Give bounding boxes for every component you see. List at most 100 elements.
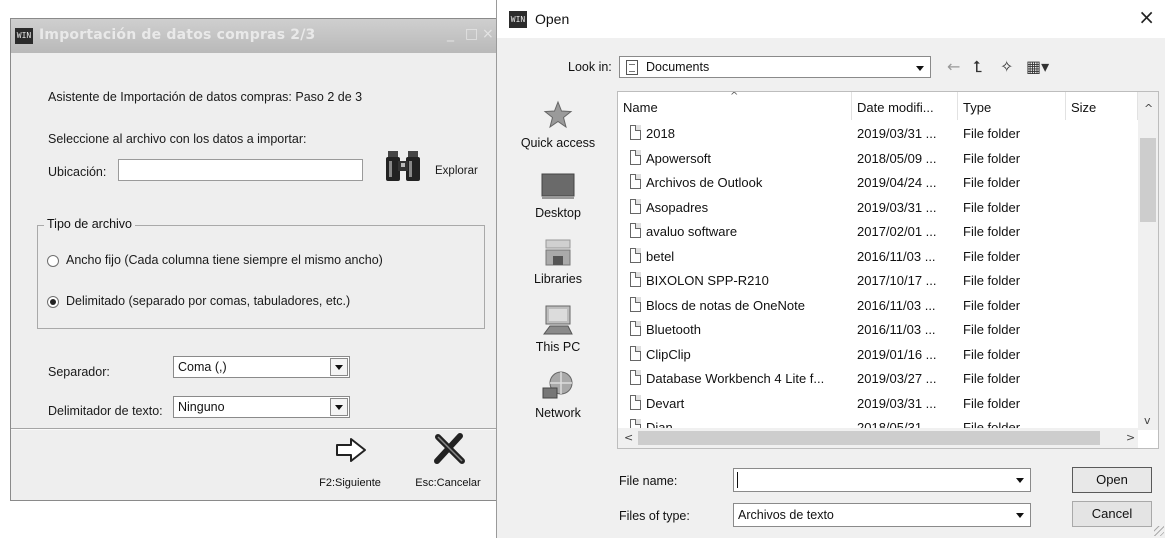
view-menu-icon[interactable]: ▦▾	[1026, 56, 1049, 78]
file-row[interactable]: Bluetooth 2016/11/03 ... File folder	[618, 318, 1138, 343]
files-of-type-select[interactable]: Archivos de texto	[733, 503, 1031, 527]
column-header-type[interactable]: Type	[958, 92, 1066, 120]
scroll-left-icon[interactable]: <	[624, 431, 633, 444]
file-type: File folder	[963, 175, 1021, 190]
file-date: 2017/02/01 ...	[857, 224, 937, 239]
file-name-label: File name:	[619, 474, 678, 488]
file-row[interactable]: Database Workbench 4 Lite f... 2019/03/27…	[618, 367, 1138, 392]
radio-delimited[interactable]	[47, 296, 59, 308]
file-list[interactable]: ^ Name Date modifi... Type Size 2018 2019…	[617, 91, 1159, 449]
file-row[interactable]: 2018 2019/03/31 ... File folder	[618, 122, 1138, 147]
file-type: File folder	[963, 297, 1021, 313]
file-row[interactable]: Asopadres 2019/03/31 ... File folder	[618, 196, 1138, 221]
place-desktop[interactable]: Desktop	[505, 166, 611, 228]
file-type: File folder	[963, 199, 1021, 215]
place-label: Network	[535, 406, 581, 420]
filetype-legend: Tipo de archivo	[44, 217, 135, 231]
place-this-pc[interactable]: This PC	[505, 300, 611, 364]
chevron-down-icon[interactable]	[1011, 506, 1029, 524]
wizard-title-bar[interactable]: WIN Importación de datos compras 2/3 _ □…	[11, 19, 496, 53]
app-icon: WIN	[15, 28, 33, 44]
file-row[interactable]: ClipClip 2019/01/16 ... File folder	[618, 343, 1138, 368]
new-folder-icon[interactable]: ✧	[1000, 56, 1013, 78]
column-header-date[interactable]: Date modifi...	[852, 92, 958, 120]
chevron-down-icon[interactable]	[1011, 471, 1029, 489]
cancel-label: Esc:Cancelar	[415, 477, 481, 489]
file-row[interactable]: Archivos de Outlook 2019/04/24 ... File fo…	[618, 171, 1138, 196]
chevron-down-icon[interactable]	[911, 59, 929, 77]
next-button[interactable]: F2:Siguiente	[315, 431, 385, 495]
divider	[11, 428, 496, 430]
chevron-down-icon[interactable]	[330, 358, 348, 376]
text-delimiter-select[interactable]: Ninguno	[173, 396, 350, 418]
radio-fixed-width-label[interactable]: Ancho fijo (Cada columna tiene siempre e…	[66, 253, 383, 267]
minimize-icon[interactable]: _	[447, 26, 454, 42]
cancel-button[interactable]: Esc:Cancelar	[407, 431, 489, 495]
scroll-down-icon[interactable]: v	[1144, 414, 1151, 427]
folder-icon	[630, 223, 641, 238]
place-libraries[interactable]: Libraries	[505, 234, 611, 296]
horizontal-scrollbar[interactable]: < >	[618, 428, 1138, 448]
place-label: Quick access	[520, 136, 596, 150]
select-file-text: Seleccione al archivo con los datos a im…	[48, 132, 307, 146]
folder-icon	[630, 149, 641, 165]
maximize-icon[interactable]: □	[465, 26, 478, 42]
files-of-type-value: Archivos de texto	[738, 508, 834, 522]
star-icon	[543, 100, 573, 129]
file-row[interactable]: Apowersoft 2018/05/09 ... File folder	[618, 147, 1138, 172]
documents-icon	[626, 60, 638, 75]
place-quick-access[interactable]: Quick access	[505, 94, 611, 154]
separator-value: Coma (,)	[178, 360, 227, 374]
file-date: 2016/11/03 ...	[857, 297, 936, 313]
look-in-select[interactable]: Documents	[619, 56, 931, 78]
resize-grip[interactable]	[1154, 526, 1164, 536]
open-button[interactable]: Open	[1072, 467, 1152, 493]
column-header-label: Size	[1071, 100, 1097, 115]
folder-icon	[630, 247, 641, 263]
folder-icon	[630, 345, 641, 361]
look-in-value: Documents	[646, 60, 710, 74]
scroll-right-icon[interactable]: >	[1126, 431, 1135, 444]
vertical-scrollbar[interactable]: ^ v	[1138, 92, 1158, 430]
chevron-down-icon[interactable]	[330, 398, 348, 416]
file-row[interactable]: BIXOLON SPP-R210 2017/10/17 ... File folde…	[618, 269, 1138, 294]
column-header-size[interactable]: Size	[1066, 92, 1138, 120]
file-date: 2019/01/16 ...	[857, 346, 937, 362]
vertical-scroll-thumb[interactable]	[1140, 138, 1156, 222]
text-delimiter-value: Ninguno	[178, 400, 225, 414]
file-name-input[interactable]	[733, 468, 1031, 492]
folder-icon	[630, 370, 641, 385]
radio-delimited-label[interactable]: Delimitado (separado por comas, tabulado…	[66, 294, 350, 308]
close-icon[interactable]: ×	[1138, 6, 1155, 28]
folder-icon	[630, 174, 641, 189]
radio-fixed-width[interactable]	[47, 255, 59, 267]
file-row[interactable]: betel 2016/11/03 ... File folder	[618, 245, 1138, 270]
place-network[interactable]: Network	[505, 366, 611, 430]
file-type: File folder	[963, 346, 1021, 362]
place-label: Desktop	[535, 206, 581, 220]
horizontal-scroll-thumb[interactable]	[638, 431, 1100, 445]
file-date: 2019/04/24 ...	[857, 175, 937, 190]
file-type: File folder	[963, 371, 1021, 386]
scroll-up-icon[interactable]: ^	[1144, 102, 1153, 115]
file-type: File folder	[963, 150, 1021, 166]
separator-select[interactable]: Coma (,)	[173, 356, 350, 378]
look-in-label: Look in:	[568, 60, 612, 74]
file-date: 2019/03/31 ...	[857, 126, 937, 141]
close-icon[interactable]: ×	[482, 26, 494, 42]
cancel-button[interactable]: Cancel	[1072, 501, 1152, 527]
wizard-title: Importación de datos compras 2/3	[39, 27, 316, 43]
back-icon[interactable]: ←	[947, 56, 960, 78]
text-caret	[737, 472, 738, 488]
filetype-group: Tipo de archivo Ancho fijo (Cada columna…	[37, 217, 485, 329]
file-row[interactable]: Blocs de notas de OneNote 2016/11/03 ... F…	[618, 294, 1138, 319]
file-row[interactable]: Devart 2019/03/31 ... File folder	[618, 392, 1138, 417]
file-name: Devart	[646, 395, 685, 411]
column-header-name[interactable]: ^ Name	[618, 92, 852, 120]
browse-button[interactable]: Explorar	[385, 149, 478, 188]
file-name: avaluo software	[646, 224, 738, 239]
location-input[interactable]	[118, 159, 363, 181]
up-folder-icon[interactable]: ⮤	[973, 56, 982, 78]
file-row[interactable]: avaluo software 2017/02/01 ... File folder	[618, 220, 1138, 245]
desktop-icon	[541, 173, 575, 199]
